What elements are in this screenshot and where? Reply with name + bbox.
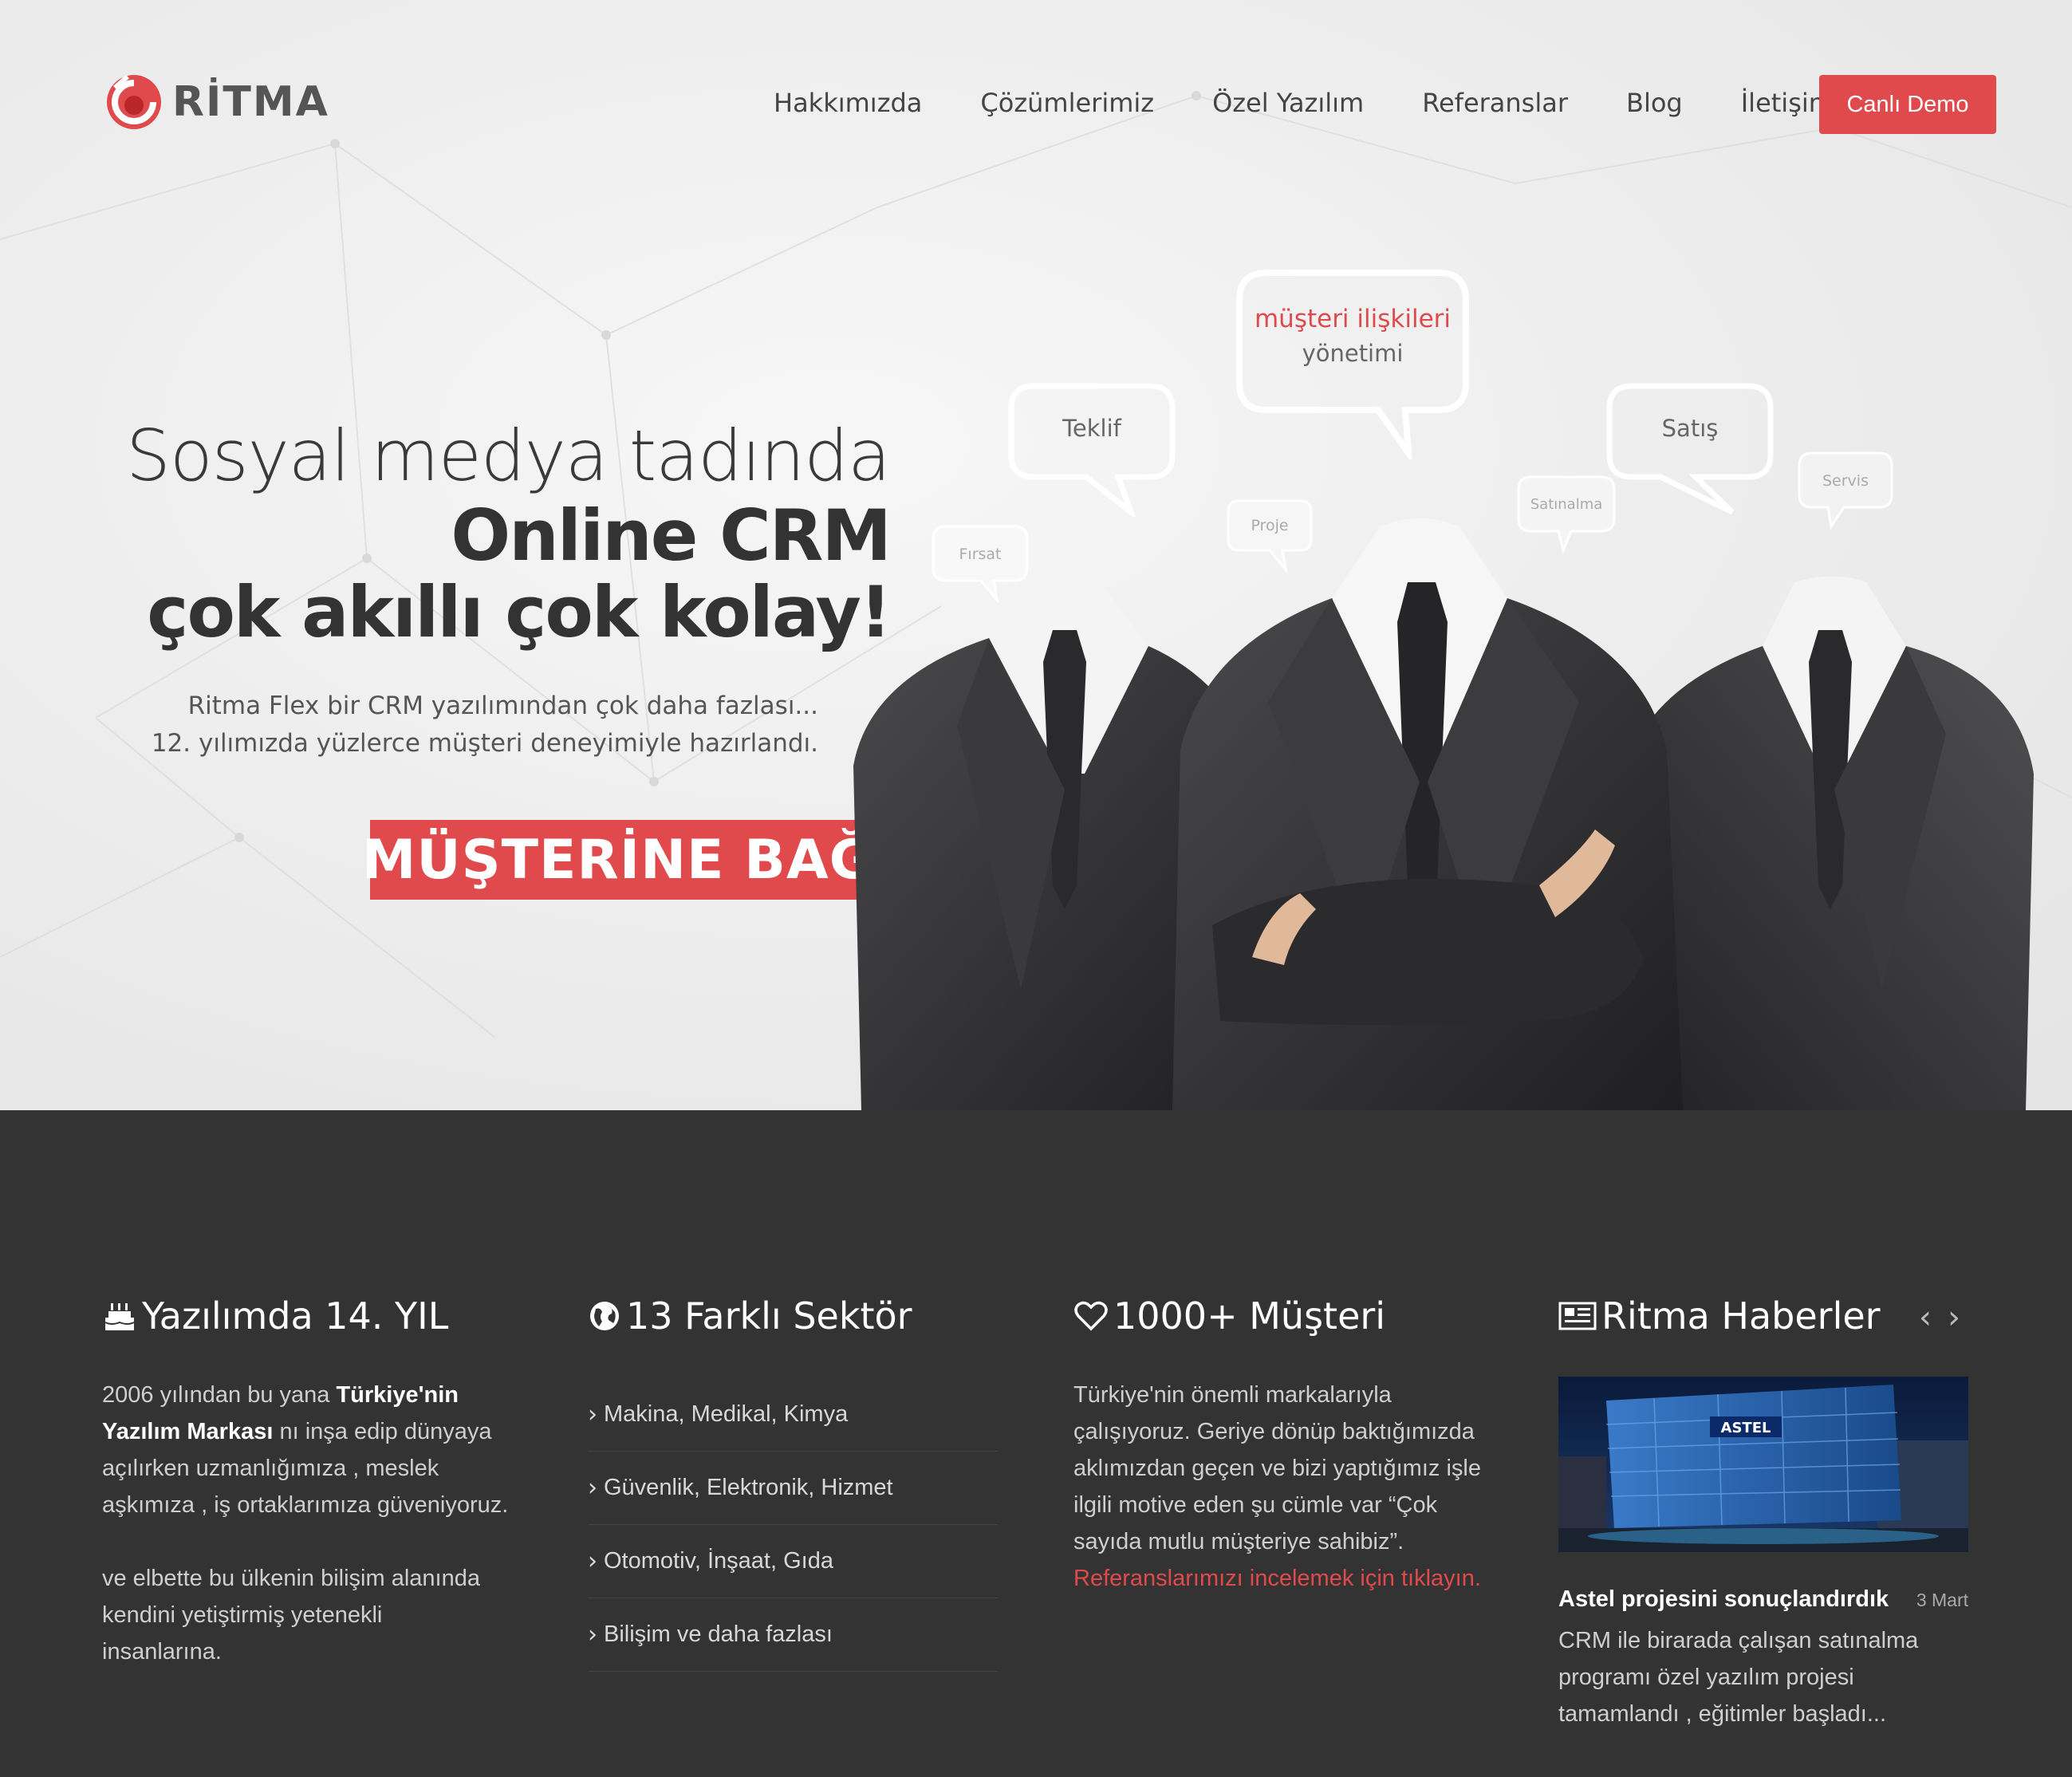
bubble-crm-red: müşteri ilişkileri xyxy=(1254,305,1452,333)
sector-item[interactable]: › Bilişim ve daha fazlası xyxy=(588,1598,998,1672)
sector-item[interactable]: › Güvenlik, Elektronik, Hizmet xyxy=(588,1452,998,1525)
years-column: Yazılımda 14. YIL 2006 yılından bu yana … xyxy=(102,1292,533,1670)
man-center xyxy=(1172,518,1683,1110)
bubble-servis: Servis xyxy=(1796,450,1895,530)
bubble-crm: müşteri ilişkileri yönetimi xyxy=(1235,268,1471,459)
sector-item[interactable]: › Makina, Medikal, Kimya xyxy=(588,1378,998,1452)
bubble-satinalma-label: Satınalma xyxy=(1530,496,1603,513)
chevron-right-icon: › xyxy=(588,1474,597,1502)
features-section: Yazılımda 14. YIL 2006 yılından bu yana … xyxy=(0,1110,2072,1777)
main-nav: Hakkımızda Çözümlerimiz Özel Yazılım Ref… xyxy=(774,88,1892,118)
newspaper-icon xyxy=(1558,1302,1597,1330)
cake-icon xyxy=(104,1303,135,1330)
nav-cozumlerimiz[interactable]: Çözümlerimiz xyxy=(980,88,1154,118)
bubble-teklif-label: Teklif xyxy=(1062,415,1121,442)
headline-line-3: çok akıllı çok kolay! xyxy=(147,571,892,653)
nav-ozel-yazilim[interactable]: Özel Yazılım xyxy=(1212,88,1364,118)
bubble-firsat-label: Fırsat xyxy=(959,546,1002,563)
news-item-date: 3 Mart xyxy=(1916,1590,1968,1610)
bubble-satinalma: Satınalma xyxy=(1515,474,1617,554)
svg-text:ASTEL: ASTEL xyxy=(1721,1420,1771,1436)
logo[interactable]: RİTMA xyxy=(104,70,329,134)
chevron-left-icon[interactable]: ‹ xyxy=(1911,1298,1940,1337)
years-title-text: Yazılımda 14. YIL xyxy=(142,1294,449,1338)
news-carousel-controls: ‹ › xyxy=(1911,1298,1968,1337)
hero-section: RİTMA Hakkımızda Çözümlerimiz Özel Yazıl… xyxy=(0,0,2072,1110)
ritma-logo-icon xyxy=(107,74,161,129)
customers-text: Türkiye'nin önemli markalarıyla çalışıyo… xyxy=(1073,1382,1481,1554)
sector-list: › Makina, Medikal, Kimya › Güvenlik, Elekt… xyxy=(588,1378,998,1672)
nav-hakkimizda[interactable]: Hakkımızda xyxy=(774,88,922,118)
customers-column: 1000+ Müşteri Türkiye'nin önemli markala… xyxy=(1073,1292,1520,1597)
years-title: Yazılımda 14. YIL xyxy=(102,1292,533,1340)
sectors-title: 13 Farklı Sektör xyxy=(588,1292,1018,1340)
bubble-firsat: Fırsat xyxy=(930,523,1030,603)
news-image-astel-building[interactable]: ASTEL xyxy=(1558,1377,1968,1552)
bubble-teklif: Teklif xyxy=(1006,381,1177,517)
headline-line-1: Sosyal medya tadında xyxy=(126,415,891,497)
years-text: 2006 yılından bu yana Türkiye'nin Yazılı… xyxy=(102,1382,509,1665)
chevron-right-icon: › xyxy=(588,1621,597,1649)
chevron-right-icon: › xyxy=(588,1547,597,1575)
headline-line-2: Online CRM xyxy=(451,494,892,577)
sector-item[interactable]: › Otomotiv, İnşaat, Gıda xyxy=(588,1525,998,1598)
news-title: Ritma Haberler xyxy=(1558,1292,1968,1340)
live-demo-button[interactable]: Canlı Demo xyxy=(1819,75,1996,134)
hero-subline: Ritma Flex bir CRM yazılımından çok daha… xyxy=(152,688,818,762)
globe-icon xyxy=(590,1302,619,1330)
bubble-servis-label: Servis xyxy=(1822,472,1869,490)
bubble-satis-label: Satış xyxy=(1661,415,1719,442)
chevron-right-icon[interactable]: › xyxy=(1940,1298,1968,1337)
news-item-header: Astel projesini sonuçlandırdık 3 Mart xyxy=(1558,1586,1968,1613)
logo-text: RİTMA xyxy=(172,78,329,126)
nav-blog[interactable]: Blog xyxy=(1626,88,1683,118)
customers-title: 1000+ Müşteri xyxy=(1073,1292,1520,1340)
bubble-proje-label: Proje xyxy=(1251,517,1289,534)
news-item-title[interactable]: Astel projesini sonuçlandırdık xyxy=(1558,1586,1889,1613)
sectors-column: 13 Farklı Sektör › Makina, Medikal, Kimya… xyxy=(588,1292,1018,1672)
nav-referanslar[interactable]: Referanslar xyxy=(1422,88,1568,118)
bubble-satis: Satış xyxy=(1605,381,1775,517)
news-item-text: CRM ile birarada çalışan satınalma progr… xyxy=(1558,1628,1919,1727)
news-column: Ritma Haberler ‹ › ASTEL Astel projesini… xyxy=(1558,1292,1968,1732)
news-title-text: Ritma Haberler xyxy=(1601,1294,1881,1338)
man-right xyxy=(1627,576,2034,1110)
bubble-crm-gray: yönetimi xyxy=(1302,340,1404,367)
references-link[interactable]: Referanslarımızı incelemek için tıklayın… xyxy=(1073,1560,1520,1597)
hero-headline: Sosyal medya tadında Online CRM çok akıl… xyxy=(126,415,892,653)
heart-icon xyxy=(1074,1301,1108,1331)
subline-1: Ritma Flex bir CRM yazılımından çok daha… xyxy=(187,691,818,720)
bubble-proje: Proje xyxy=(1225,498,1314,573)
subline-2: 12. yılımızda yüzlerce müşteri deneyimiy… xyxy=(151,729,818,758)
sectors-title-text: 13 Farklı Sektör xyxy=(626,1294,912,1338)
chevron-right-icon: › xyxy=(588,1401,597,1428)
customers-title-text: 1000+ Müşteri xyxy=(1113,1294,1386,1338)
